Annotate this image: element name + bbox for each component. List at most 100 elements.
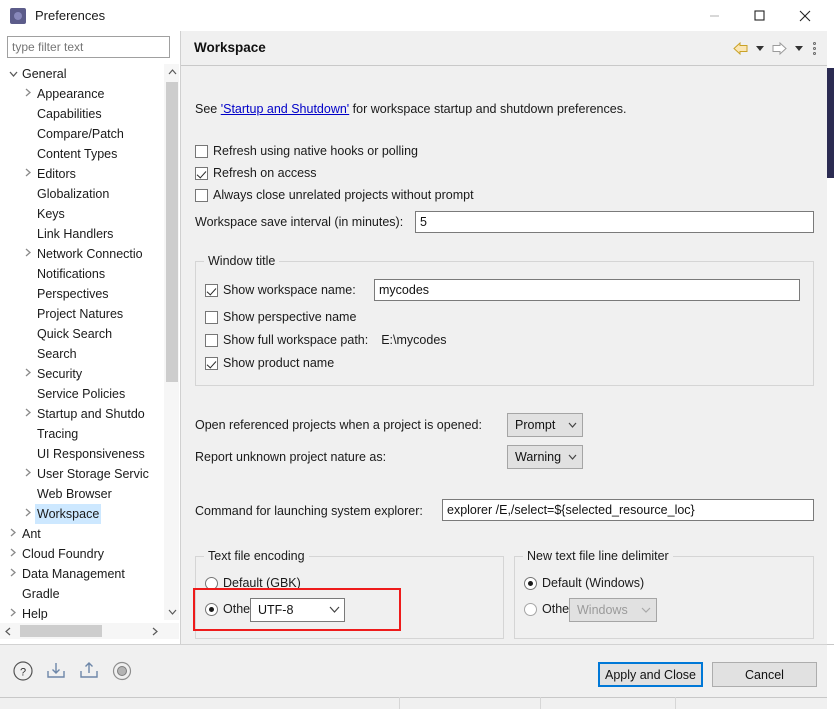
tree-scroll-thumb[interactable] <box>166 82 178 382</box>
chevron-right-icon[interactable] <box>21 84 35 104</box>
sidebar-item-label: Perspectives <box>37 287 109 301</box>
scroll-right-icon[interactable] <box>147 623 163 639</box>
sidebar-item-label: Gradle <box>22 587 60 601</box>
sidebar-item-perspectives[interactable]: Perspectives <box>0 284 179 304</box>
apply-and-close-button[interactable]: Apply and Close <box>598 662 703 687</box>
radio-button[interactable] <box>524 602 537 616</box>
scroll-left-icon[interactable] <box>0 623 16 639</box>
checkbox-box[interactable] <box>195 166 208 180</box>
sidebar-item-project-natures[interactable]: Project Natures <box>0 304 179 324</box>
back-arrow-icon[interactable] <box>729 37 751 59</box>
sidebar-item-content-types[interactable]: Content Types <box>0 144 179 164</box>
filter-input[interactable]: type filter text <box>7 36 170 58</box>
maximize-icon[interactable] <box>737 0 782 31</box>
checkbox-refresh-native-hooks[interactable]: Refresh using native hooks or polling <box>195 144 418 158</box>
checkbox-box[interactable] <box>205 310 218 324</box>
forward-history-chevron-down-icon[interactable] <box>792 37 805 59</box>
checkbox-show-full-workspace-path[interactable]: Show full workspace path: E:\mycodes <box>205 333 447 347</box>
delimiter-select: Windows <box>569 598 657 622</box>
checkbox-show-product-name[interactable]: Show product name <box>205 356 334 370</box>
checkbox-box[interactable] <box>205 333 218 347</box>
sidebar-item-capabilities[interactable]: Capabilities <box>0 104 179 124</box>
sidebar-item-security[interactable]: Security <box>0 364 179 384</box>
explorer-command-label: Command for launching system explorer: <box>195 504 423 518</box>
sidebar-item-gradle[interactable]: Gradle <box>0 584 179 604</box>
minimize-icon[interactable] <box>692 0 737 31</box>
chevron-right-icon[interactable] <box>21 364 35 384</box>
checkbox-show-workspace-name[interactable]: Show workspace name: <box>205 283 356 297</box>
help-icon[interactable]: ? <box>12 660 34 682</box>
chevron-right-icon[interactable] <box>21 464 35 484</box>
workspace-name-input[interactable]: mycodes <box>374 279 800 301</box>
checkbox-box[interactable] <box>195 188 208 202</box>
explorer-command-input[interactable]: explorer /E,/select=${selected_resource_… <box>442 499 814 521</box>
sidebar-item-ant[interactable]: Ant <box>0 524 179 544</box>
record-icon[interactable] <box>111 660 133 682</box>
taskbar-divider <box>0 697 827 698</box>
radio-delimiter-default[interactable]: Default (Windows) <box>524 576 644 590</box>
report-nature-select[interactable]: Warning <box>507 445 583 469</box>
sidebar-item-appearance[interactable]: Appearance <box>0 84 179 104</box>
cancel-button[interactable]: Cancel <box>712 662 817 687</box>
checkbox-always-close-unrelated[interactable]: Always close unrelated projects without … <box>195 188 474 202</box>
sidebar-item-network-connectio[interactable]: Network Connectio <box>0 244 179 264</box>
sidebar-item-workspace[interactable]: Workspace <box>0 504 179 524</box>
radio-button[interactable] <box>524 576 537 590</box>
chevron-right-icon[interactable] <box>21 404 35 424</box>
checkbox-refresh-on-access[interactable]: Refresh on access <box>195 166 317 180</box>
page-body: See 'Startup and Shutdown' for workspace… <box>181 66 827 668</box>
radio-button[interactable] <box>205 602 218 616</box>
sidebar-item-link-handlers[interactable]: Link Handlers <box>0 224 179 244</box>
sidebar-item-compare-patch[interactable]: Compare/Patch <box>0 124 179 144</box>
sidebar-item-globalization[interactable]: Globalization <box>0 184 179 204</box>
scroll-down-icon[interactable] <box>164 604 180 620</box>
chevron-right-icon[interactable] <box>6 604 20 620</box>
chevron-down-icon[interactable] <box>6 64 20 84</box>
forward-arrow-icon[interactable] <box>768 37 790 59</box>
sidebar-item-label: Search <box>37 347 77 361</box>
sidebar-item-startup-and-shutdo[interactable]: Startup and Shutdo <box>0 404 179 424</box>
chevron-right-icon[interactable] <box>6 564 20 584</box>
chevron-right-icon[interactable] <box>21 244 35 264</box>
sidebar-item-tracing[interactable]: Tracing <box>0 424 179 444</box>
preferences-tree[interactable]: General Appearance Capabilities Compare/Pat… <box>0 64 179 620</box>
sidebar-item-cloud-foundry[interactable]: Cloud Foundry <box>0 544 179 564</box>
startup-shutdown-link[interactable]: 'Startup and Shutdown' <box>221 102 349 116</box>
sidebar-item-keys[interactable]: Keys <box>0 204 179 224</box>
chevron-right-icon[interactable] <box>21 164 35 184</box>
chevron-right-icon[interactable] <box>6 524 20 544</box>
radio-encoding-default[interactable]: Default (GBK) <box>205 576 301 590</box>
sidebar-item-quick-search[interactable]: Quick Search <box>0 324 179 344</box>
sidebar-item-search[interactable]: Search <box>0 344 179 364</box>
encoding-select[interactable]: UTF-8 <box>250 598 345 622</box>
checkbox-show-perspective-name[interactable]: Show perspective name <box>205 310 356 324</box>
sidebar-item-notifications[interactable]: Notifications <box>0 264 179 284</box>
tree-vertical-scrollbar[interactable] <box>163 64 179 620</box>
export-icon[interactable] <box>78 660 100 682</box>
radio-button[interactable] <box>205 576 218 590</box>
tree-hscroll-thumb[interactable] <box>20 625 102 637</box>
sidebar-item-data-management[interactable]: Data Management <box>0 564 179 584</box>
scroll-up-icon[interactable] <box>164 64 180 80</box>
checkbox-box[interactable] <box>195 144 208 158</box>
checkbox-box[interactable] <box>205 356 218 370</box>
sidebar-item-user-storage-servic[interactable]: User Storage Servic <box>0 464 179 484</box>
back-history-chevron-down-icon[interactable] <box>753 37 766 59</box>
tree-horizontal-scrollbar[interactable] <box>0 623 179 639</box>
save-interval-label-text: Workspace save interval (in minutes): <box>195 215 404 229</box>
open-referenced-select[interactable]: Prompt <box>507 413 583 437</box>
sidebar-item-editors[interactable]: Editors <box>0 164 179 184</box>
sidebar-item-web-browser[interactable]: Web Browser <box>0 484 179 504</box>
svg-text:?: ? <box>20 667 26 679</box>
sidebar-item-service-policies[interactable]: Service Policies <box>0 384 179 404</box>
chevron-right-icon[interactable] <box>6 544 20 564</box>
sidebar-item-ui-responsiveness[interactable]: UI Responsiveness <box>0 444 179 464</box>
view-menu-icon[interactable] <box>807 37 821 59</box>
sidebar-item-general[interactable]: General <box>0 64 179 84</box>
sidebar-item-help[interactable]: Help <box>0 604 179 620</box>
save-interval-input[interactable]: 5 <box>415 211 814 233</box>
checkbox-box[interactable] <box>205 283 218 297</box>
import-icon[interactable] <box>45 660 67 682</box>
chevron-right-icon[interactable] <box>21 504 35 524</box>
close-icon[interactable] <box>782 0 827 31</box>
